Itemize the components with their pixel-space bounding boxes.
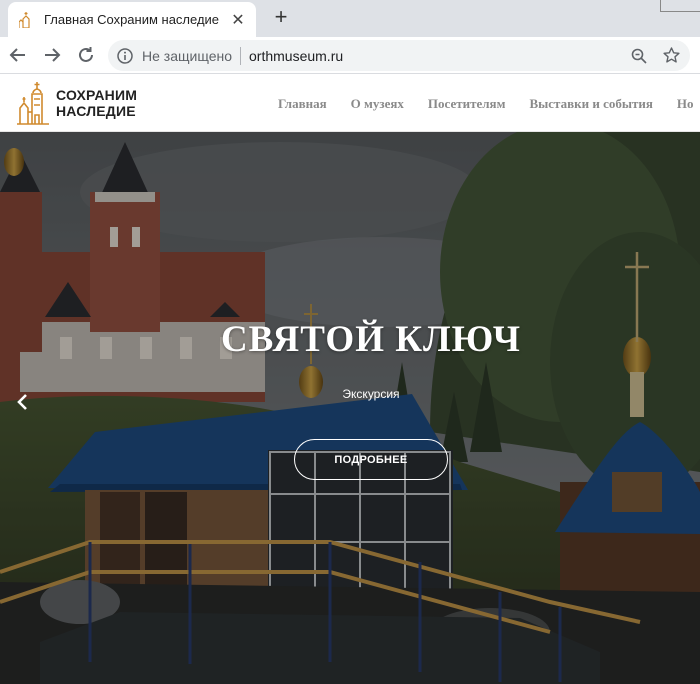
main-nav: Главная О музеях Посетителям Выставки и …	[278, 75, 694, 132]
back-arrow-icon[interactable]	[6, 43, 30, 67]
info-icon[interactable]	[116, 47, 134, 65]
browser-toolbar: Не защищено orthmuseum.ru	[0, 37, 700, 74]
site-logo[interactable]: СОХРАНИМ НАСЛЕДИЕ	[16, 81, 137, 125]
tab-title: Главная Сохраним наследие	[44, 12, 220, 27]
browser-tab-bar: Главная Сохраним наследие ✕ +	[0, 0, 700, 37]
new-tab-button[interactable]: +	[270, 4, 292, 29]
url-text[interactable]: orthmuseum.ru	[249, 48, 618, 64]
nav-item-news[interactable]: Но	[677, 96, 694, 112]
logo-line-2: НАСЛЕДИЕ	[56, 103, 136, 119]
hero-subtitle: Экскурсия	[342, 387, 400, 401]
logo-text: СОХРАНИМ НАСЛЕДИЕ	[56, 87, 137, 119]
nav-item-exhibitions[interactable]: Выставки и события	[529, 96, 652, 112]
more-button[interactable]: ПОДРОБНЕЕ	[294, 439, 448, 480]
address-bar[interactable]: Не защищено orthmuseum.ru	[108, 40, 690, 71]
slider-prev-arrow-icon[interactable]	[12, 390, 32, 414]
browser-tab[interactable]: Главная Сохраним наследие ✕	[8, 2, 256, 37]
nav-item-about[interactable]: О музеях	[351, 96, 404, 112]
hero-slider: СВЯТОЙ КЛЮЧ Экскурсия ПОДРОБНЕЕ	[0, 132, 700, 684]
hero-title: СВЯТОЙ КЛЮЧ	[220, 319, 522, 360]
logo-line-1: СОХРАНИМ	[56, 87, 138, 103]
nav-item-home[interactable]: Главная	[278, 96, 327, 112]
site-header: СОХРАНИМ НАСЛЕДИЕ Главная О музеях Посет…	[0, 75, 700, 132]
zoom-icon[interactable]	[628, 45, 650, 67]
window-control[interactable]	[660, 0, 700, 12]
close-tab-icon[interactable]: ✕	[230, 12, 246, 29]
address-divider	[240, 46, 241, 65]
reload-icon[interactable]	[74, 43, 98, 67]
church-favicon-icon	[18, 11, 34, 28]
church-logo-icon	[17, 82, 49, 125]
security-status: Не защищено	[142, 47, 232, 64]
nav-item-visitors[interactable]: Посетителям	[428, 96, 506, 112]
bookmark-star-icon[interactable]	[660, 45, 682, 67]
hero-background-photo	[0, 132, 700, 684]
forward-arrow-icon[interactable]	[40, 43, 64, 67]
